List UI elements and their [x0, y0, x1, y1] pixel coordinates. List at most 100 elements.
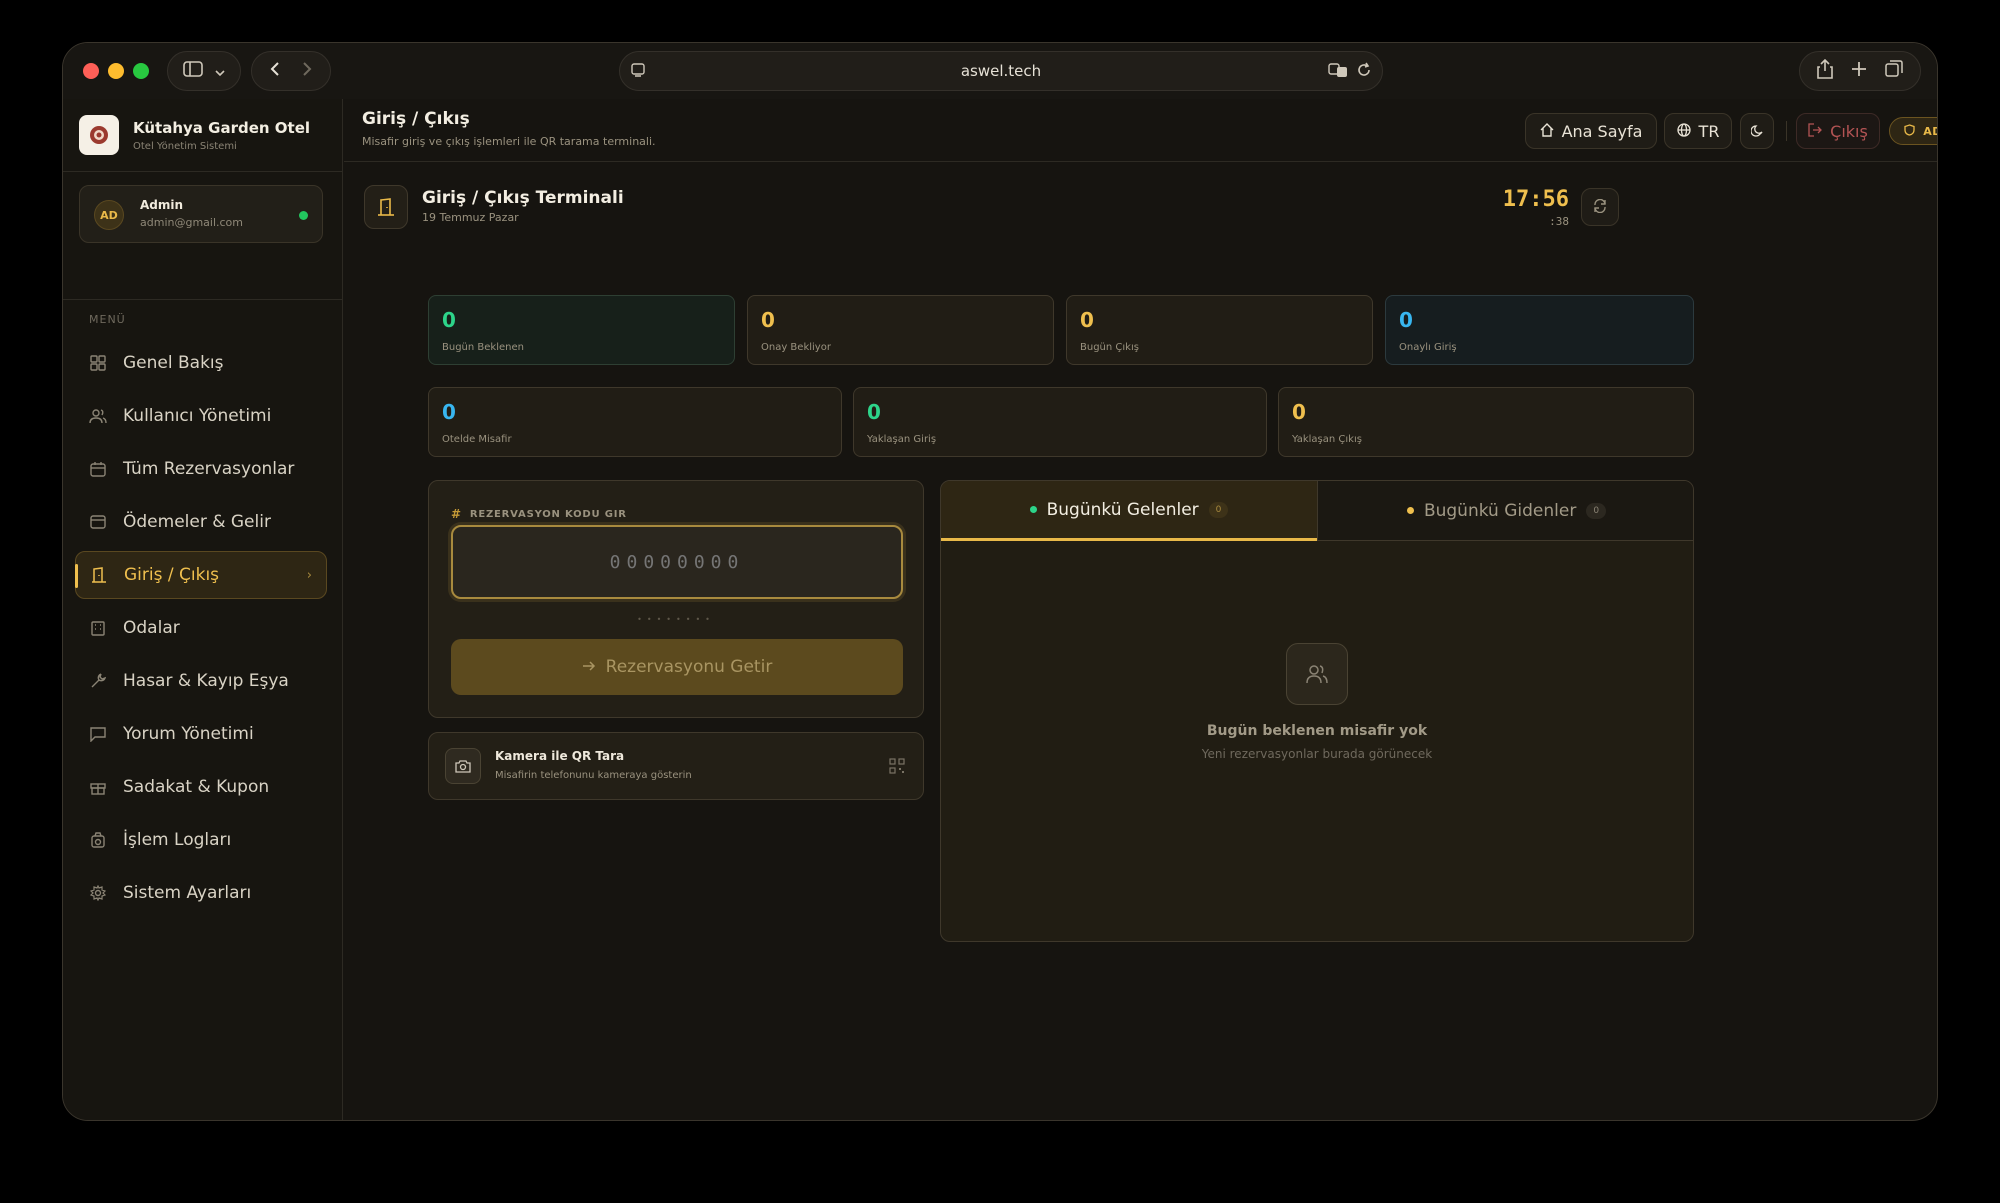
maximize-window-button[interactable]: [133, 63, 149, 79]
stat-value: 0: [442, 400, 456, 424]
qr-scan-button[interactable]: Kamera ile QR Tara Misafirin telefonunu …: [428, 732, 924, 800]
sidebar-item-odemeler-gelir[interactable]: Ödemeler & Gelir: [75, 498, 327, 546]
qr-code-icon: [889, 758, 905, 778]
sidebar-item-yorum-yonetimi[interactable]: Yorum Yönetimi: [75, 710, 327, 758]
sidebar-item-label: Yorum Yönetimi: [123, 724, 254, 744]
translate-icon[interactable]: [1328, 62, 1348, 82]
home-button[interactable]: Ana Sayfa: [1525, 113, 1657, 149]
sidebar-divider: [63, 299, 343, 300]
credit-card-icon: [89, 513, 107, 531]
reservation-code-label: # REZERVASYON KODU GIR: [451, 507, 627, 521]
stat-label: Bugün Çıkış: [1080, 342, 1139, 353]
stat-value: 0: [761, 308, 775, 332]
refresh-icon: [1593, 198, 1607, 217]
stat-value: 0: [1080, 308, 1094, 332]
departures-bullet: [1406, 507, 1414, 514]
close-window-button[interactable]: [83, 63, 99, 79]
stat-card-bugun-cikis: 0 Bugün Çıkış: [1066, 295, 1373, 365]
sidebar-toggle-button[interactable]: [167, 51, 241, 91]
fetch-reservation-button[interactable]: Rezervasyonu Getir: [451, 639, 903, 695]
sidebar-item-kullanici-yonetimi[interactable]: Kullanıcı Yönetimi: [75, 392, 327, 440]
sidebar-item-label: Hasar & Kayıp Eşya: [123, 671, 289, 691]
users-icon: [1286, 643, 1348, 705]
stat-card-onay-bekliyor: 0 Onay Bekliyor: [747, 295, 1054, 365]
moon-icon: [1750, 122, 1763, 141]
sidebar-item-genel-bakis[interactable]: Genel Bakış: [75, 339, 327, 387]
building-icon: [89, 619, 107, 637]
globe-icon: [1676, 122, 1691, 141]
qr-scan-title: Kamera ile QR Tara: [495, 749, 625, 763]
language-label: TR: [1698, 121, 1720, 141]
sidebar-item-label: Giriş / Çıkış: [124, 565, 220, 585]
stat-label: Yaklaşan Giriş: [867, 434, 937, 445]
camera-icon: [445, 748, 481, 784]
stat-card-yaklasan-cikis: 0 Yaklaşan Çıkış: [1278, 387, 1694, 457]
sidebar-item-label: Ödemeler & Gelir: [123, 512, 271, 532]
sidebar-item-giris-cikis[interactable]: Giriş / Çıkış ›: [75, 551, 327, 599]
tab-label: Bugünkü Gidenler: [1423, 500, 1577, 521]
stat-label: Onaylı Giriş: [1399, 342, 1457, 353]
tab-bugunku-gelenler[interactable]: Bugünkü Gelenler 0: [941, 481, 1317, 541]
log-icon: [89, 831, 107, 849]
sidebar-item-sistem-ayarlari[interactable]: Sistem Ayarları: [75, 869, 327, 917]
new-tab-icon[interactable]: [1851, 61, 1867, 81]
arrivals-bullet: [1029, 506, 1037, 513]
user-card[interactable]: AD Admin admin@gmail.com: [79, 185, 323, 243]
reload-icon[interactable]: [1356, 62, 1372, 82]
gear-icon: [89, 884, 107, 902]
logout-button[interactable]: Çıkış: [1796, 113, 1880, 149]
arrow-right-icon: [582, 657, 596, 677]
minimize-window-button[interactable]: [108, 63, 124, 79]
brand[interactable]: Kütahya Garden Otel Otel Yönetim Sistemi: [79, 115, 310, 155]
clock-time: 17:56: [1502, 187, 1569, 212]
address-bar[interactable]: aswel.tech: [619, 51, 1383, 91]
sidebar-item-label: Odalar: [123, 618, 180, 638]
sidebar-item-label: Genel Bakış: [123, 353, 224, 373]
stat-value: 0: [867, 400, 881, 424]
chevron-right-icon: ›: [306, 567, 312, 583]
chevron-down-icon: [215, 62, 225, 81]
header-separator: [1786, 121, 1787, 141]
sidebar-item-label: Kullanıcı Yönetimi: [123, 406, 272, 426]
browser-titlebar: aswel.tech: [63, 43, 1937, 99]
role-badge: ADMIN: [1889, 117, 1937, 145]
history-nav: [251, 51, 331, 91]
sidebar-item-sadakat-kupon[interactable]: Sadakat & Kupon: [75, 763, 327, 811]
guest-list-panel: Bugünkü Gelenler 0 Bugünkü Gidenler 0 Bu…: [940, 480, 1694, 942]
sidebar-item-tum-rezervasyonlar[interactable]: Tüm Rezervasyonlar: [75, 445, 327, 493]
sidebar-item-label: İşlem Logları: [123, 830, 232, 850]
sidebar-item-hasar-kayip-esya[interactable]: Hasar & Kayıp Eşya: [75, 657, 327, 705]
stat-label: Yaklaşan Çıkış: [1292, 434, 1362, 445]
sidebar-item-label: Sadakat & Kupon: [123, 777, 270, 797]
forward-icon[interactable]: [302, 61, 312, 81]
qr-scan-subtitle: Misafirin telefonunu kameraya gösterin: [495, 770, 692, 781]
theme-toggle-button[interactable]: [1740, 113, 1774, 149]
back-icon[interactable]: [270, 61, 280, 81]
tab-bugunku-gidenler[interactable]: Bugünkü Gidenler 0: [1317, 481, 1693, 541]
sidebar-item-islem-loglari[interactable]: İşlem Logları: [75, 816, 327, 864]
gift-icon: [89, 778, 107, 796]
tab-overview-icon[interactable]: [1885, 60, 1903, 82]
share-icon[interactable]: [1817, 58, 1833, 83]
sidebar-icon: [183, 61, 203, 81]
refresh-button[interactable]: [1581, 188, 1619, 226]
users-icon: [89, 407, 107, 425]
sidebar-item-label: Sistem Ayarları: [123, 883, 252, 903]
stat-value: 0: [1292, 400, 1306, 424]
door-icon: [364, 185, 408, 229]
sidebar: Kütahya Garden Otel Otel Yönetim Sistemi…: [63, 99, 343, 1120]
sidebar-item-odalar[interactable]: Odalar: [75, 604, 327, 652]
language-button[interactable]: TR: [1664, 113, 1732, 149]
grid-icon: [89, 354, 107, 372]
terminal-title: Giriş / Çıkış Terminali: [422, 188, 624, 208]
code-progress-dots: ••••••••: [637, 615, 715, 624]
tab-count-badge: 0: [1208, 501, 1229, 518]
terminal-date: 19 Temmuz Pazar: [422, 211, 519, 224]
browser-window: aswel.tech Kütahya Garden Otel Otel Yöne…: [62, 42, 1938, 1121]
stat-card-onayli-giris: 0 Onaylı Giriş: [1385, 295, 1694, 365]
reservation-code-input[interactable]: [451, 525, 903, 599]
tab-count-badge: 0: [1586, 502, 1607, 519]
shield-icon: [1904, 123, 1915, 139]
stat-card-yaklasan-giris: 0 Yaklaşan Giriş: [853, 387, 1267, 457]
reservation-code-card: # REZERVASYON KODU GIR •••••••• Rezervas…: [428, 480, 924, 718]
